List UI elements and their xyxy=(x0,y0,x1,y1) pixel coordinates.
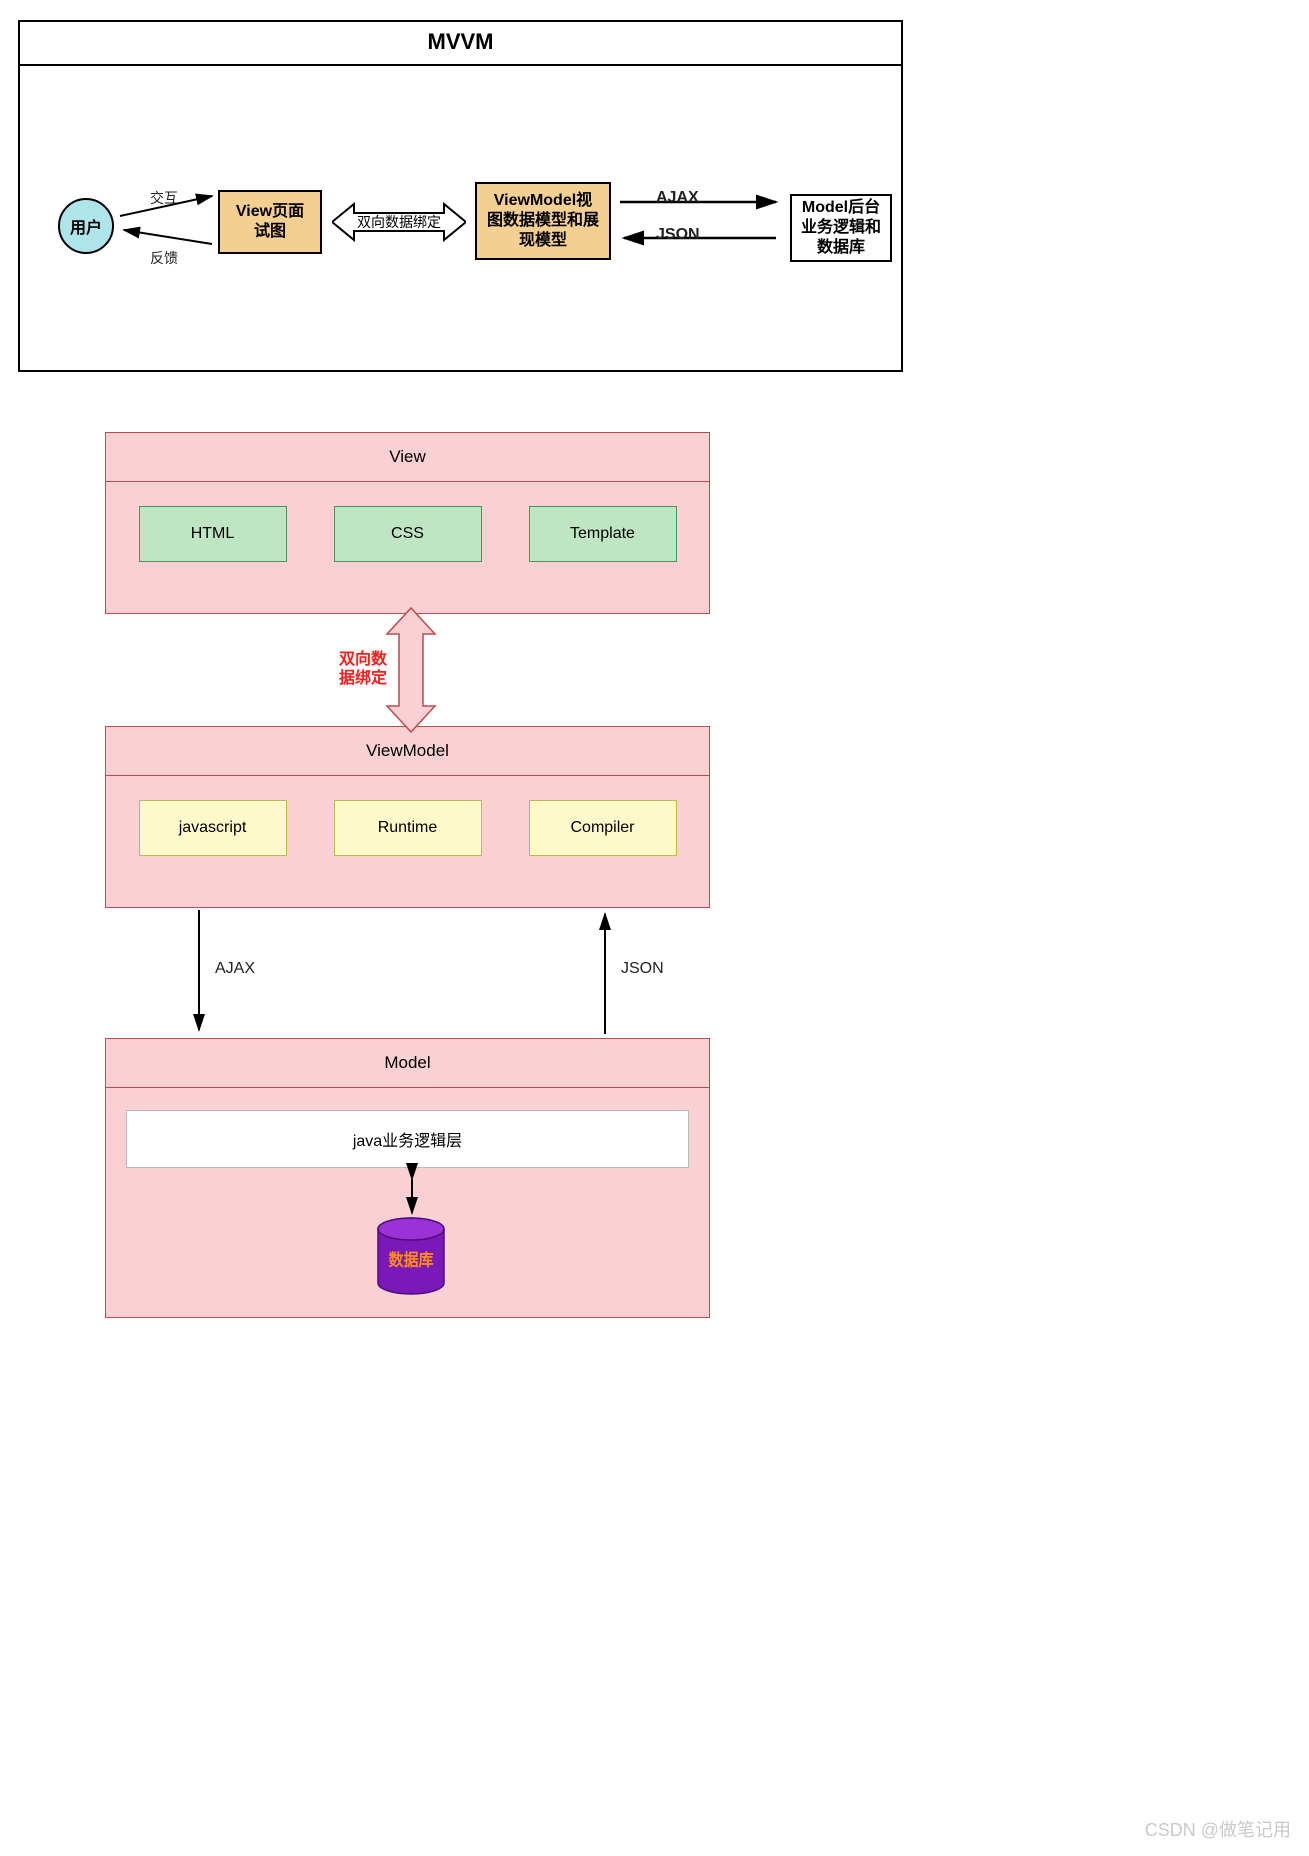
edge-vm-model xyxy=(616,188,786,256)
cell-css: CSS xyxy=(334,506,482,562)
arrow-ajax-down xyxy=(189,908,209,1038)
label-ajax: AJAX xyxy=(656,189,699,207)
viewmodel-box: ViewModel视图数据模型和展现模型 xyxy=(475,182,611,260)
two-way-binding-arrow: 双向数据绑定 xyxy=(332,200,466,244)
panel-model-title: Model xyxy=(106,1039,709,1088)
java-business-layer: java业务逻辑层 xyxy=(126,1110,689,1168)
vm-model-connectors: AJAX JSON xyxy=(105,908,710,1038)
binding-arrow-block: 双向数据绑定 xyxy=(105,614,710,726)
model-box: Model后台业务逻辑和数据库 xyxy=(790,194,892,262)
label-feedback: 反馈 xyxy=(150,248,178,268)
two-way-binding-label-big: 双向数据绑定 xyxy=(337,650,389,688)
panel-viewmodel: ViewModel javascript Runtime Compiler xyxy=(105,726,710,908)
cell-runtime: Runtime xyxy=(334,800,482,856)
panel-viewmodel-title: ViewModel xyxy=(106,727,709,776)
cell-javascript: javascript xyxy=(139,800,287,856)
label-json-up: JSON xyxy=(621,960,664,978)
database-label: 数据库 xyxy=(376,1248,446,1271)
panel-view-body: HTML CSS Template xyxy=(106,482,709,590)
panel-view-title: View xyxy=(106,433,709,482)
database-node: 数据库 xyxy=(376,1217,446,1295)
cell-compiler: Compiler xyxy=(529,800,677,856)
panel-view: View HTML CSS Template xyxy=(105,432,710,614)
arrow-json-up xyxy=(595,908,615,1038)
label-ajax-down: AJAX xyxy=(215,960,255,978)
panel-model: Model java业务逻辑层 数据库 xyxy=(105,1038,710,1318)
view-box: View页面试图 xyxy=(218,190,322,254)
cell-html: HTML xyxy=(139,506,287,562)
arrow-java-db xyxy=(402,1171,422,1221)
cell-template: Template xyxy=(529,506,677,562)
two-way-binding-label: 双向数据绑定 xyxy=(357,212,441,232)
page-root: CSDN @做笔记用 MVVM 用户 交互 反馈 View页面试图 xyxy=(0,0,1309,1856)
mvvm-bottom-stack: View HTML CSS Template 双向数据绑定 ViewModel … xyxy=(105,432,710,1318)
label-json: JSON xyxy=(656,226,700,244)
label-interact: 交互 xyxy=(150,188,178,208)
mvvm-title: MVVM xyxy=(20,22,901,66)
mvvm-top-frame: MVVM 用户 交互 反馈 View页面试图 双 xyxy=(18,20,903,372)
watermark-text: CSDN @做笔记用 xyxy=(1145,1816,1291,1842)
panel-viewmodel-body: javascript Runtime Compiler xyxy=(106,776,709,884)
two-way-binding-arrow-big xyxy=(383,608,439,734)
mvvm-top-body: 用户 交互 反馈 View页面试图 双向数据绑定 xyxy=(20,66,901,372)
user-node: 用户 xyxy=(58,198,114,254)
